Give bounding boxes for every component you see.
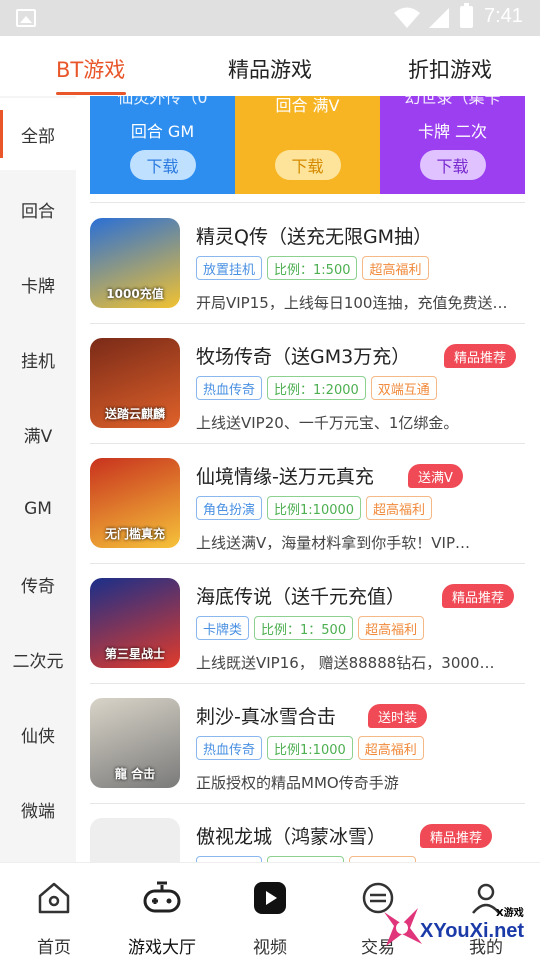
watermark: X游戏 XYouXi.net xyxy=(378,898,538,956)
sidebar-item-legend[interactable]: 传奇 xyxy=(0,548,76,620)
tag-feature: 超高福利 xyxy=(357,736,424,760)
recommend-badge: 精品推荐 xyxy=(420,824,493,848)
tag-feature: 超高福利 xyxy=(358,616,425,640)
status-time: 7:41 xyxy=(484,5,523,27)
watermark-site-text: XYouXi.net xyxy=(420,920,525,942)
game-name: 仙境情缘-送万元真充 xyxy=(196,466,374,488)
nav-label: 首页 xyxy=(37,938,71,958)
tag-feature: 超高福利 xyxy=(362,256,429,280)
category-sidebar: 全部 回合 卡牌 挂机 满V GM 传奇 二次元 仙侠 微端 xyxy=(0,96,76,862)
tag-genre: 放置挂机 xyxy=(196,256,263,280)
top-tabs: BT游戏 精品游戏 折扣游戏 xyxy=(0,36,540,96)
recommend-badge: 精品推荐 xyxy=(444,344,517,368)
tag-ratio: 比例：1:2000 xyxy=(267,376,366,400)
nav-video[interactable]: 视频 xyxy=(216,863,324,960)
thumbnail-caption: 无门槛真充 xyxy=(104,527,165,541)
game-name: 牧场传奇（送GM3万充） xyxy=(196,346,411,368)
tag-list: 热血传奇 比例1:1000 超高福利 xyxy=(196,736,424,760)
download-button[interactable]: 下载 xyxy=(419,150,486,180)
tag-genre: 热血传奇 xyxy=(196,376,263,400)
tab-premium-games[interactable]: 精品游戏 xyxy=(228,54,312,84)
banner-subtitle: 回合 满V xyxy=(275,96,340,115)
recommend-badge: 送时装 xyxy=(368,704,428,728)
banner-card[interactable]: 仙灵外传（0 回合 GM 下载 xyxy=(90,96,235,194)
tag-list: 卡牌类 比例：1：500 超高福利 xyxy=(196,616,425,640)
battery-icon xyxy=(460,3,473,28)
game-thumbnail: 送踏云麒麟 xyxy=(90,338,180,428)
thumbnail-caption: 送踏云麒麟 xyxy=(104,407,165,421)
game-description: 开局VIP15，上线每日100连抽，充值免费送… xyxy=(196,294,508,312)
banner-title: 仙灵外传（0 xyxy=(117,96,208,107)
thumbnail-caption: 第三星战士 xyxy=(104,647,165,661)
sidebar-item-gm[interactable]: GM xyxy=(0,473,76,545)
video-icon xyxy=(254,882,286,914)
banner-title: 幻世录（集卡 xyxy=(404,96,501,107)
tag-ratio: 比例1:1000 xyxy=(267,736,353,760)
banner-subtitle: 卡牌 二次 xyxy=(417,122,488,141)
game-description: 上线送VIP20、一千万元宝、1亿绑金。 xyxy=(196,414,459,432)
tag-genre: 卡牌类 xyxy=(196,616,250,640)
game-list-item[interactable]: 第三星战士 海底传说（送千元充值） 精品推荐 卡牌类 比例：1：500 超高福利… xyxy=(90,564,525,684)
game-name: 海底传说（送千元充值） xyxy=(196,586,406,608)
signal-icon xyxy=(429,8,449,28)
tag-ratio: 比例：1:500 xyxy=(267,256,358,280)
game-thumbnail: 无门槛真充 xyxy=(90,458,180,548)
game-thumbnail: 龍 合击 xyxy=(90,698,180,788)
tag-list: 放置挂机 比例：1:500 超高福利 xyxy=(196,256,429,280)
game-list-item[interactable]: 送踏云麒麟 牧场传奇（送GM3万充） 精品推荐 热血传奇 比例：1:2000 双… xyxy=(90,324,525,444)
banner-subtitle: 回合 GM xyxy=(130,122,195,141)
game-thumbnail: 第三星战士 xyxy=(90,578,180,668)
game-name: 刺沙-真冰雪合击 xyxy=(196,706,336,728)
sidebar-item-idle[interactable]: 挂机 xyxy=(0,323,76,395)
sidebar-item-micro-client[interactable]: 微端 xyxy=(0,773,76,845)
game-name: 精灵Q传（送充无限GM抽） xyxy=(196,226,433,248)
nav-game-hall[interactable]: 游戏大厅 xyxy=(108,863,216,960)
watermark-small-text: X游戏 xyxy=(496,908,524,919)
home-icon xyxy=(38,882,70,914)
game-list-item[interactable]: 无门槛真充 仙境情缘-送万元真充 送满V 角色扮演 比例1:10000 超高福利… xyxy=(90,444,525,564)
recommend-badge: 精品推荐 xyxy=(442,584,515,608)
tag-ratio: 比例：1：500 xyxy=(254,616,354,640)
gamepad-icon xyxy=(143,881,181,913)
tag-genre: 角色扮演 xyxy=(196,496,263,520)
tag-genre: 热血传奇 xyxy=(196,736,263,760)
sidebar-item-turn-based[interactable]: 回合 xyxy=(0,173,76,245)
tag-list: 热血传奇 比例：1:2000 双端互通 xyxy=(196,376,437,400)
banner-card[interactable]: 回合 满V 下载 xyxy=(235,96,380,194)
nav-home[interactable]: 首页 xyxy=(0,863,108,960)
thumbnail-caption: 龍 合击 xyxy=(114,767,156,781)
game-list-item[interactable]: 1000充值 精灵Q传（送充无限GM抽） 放置挂机 比例：1:500 超高福利 … xyxy=(90,204,525,324)
banner-card[interactable]: 幻世录（集卡 卡牌 二次 下载 xyxy=(380,96,525,194)
game-thumbnail: 1000充值 xyxy=(90,218,180,308)
tab-discount-games[interactable]: 折扣游戏 xyxy=(408,54,492,84)
game-description: 上线既送VIP16， 赠送88888钻石，3000… xyxy=(196,654,495,672)
sidebar-item-all[interactable]: 全部 xyxy=(0,98,76,170)
sidebar-item-xianxia[interactable]: 仙侠 xyxy=(0,698,76,770)
recommend-badge: 送满V xyxy=(408,464,463,488)
tag-feature: 双端互通 xyxy=(370,376,437,400)
nav-label: 视频 xyxy=(253,938,287,958)
image-notification-icon xyxy=(16,9,36,27)
download-button[interactable]: 下载 xyxy=(129,150,196,180)
download-button[interactable]: 下载 xyxy=(274,150,341,180)
sidebar-item-card[interactable]: 卡牌 xyxy=(0,248,76,320)
wifi-icon xyxy=(394,7,420,28)
tag-ratio: 比例1:10000 xyxy=(267,496,362,520)
game-list-item[interactable]: 龍 合击 刺沙-真冰雪合击 送时装 热血传奇 比例1:1000 超高福利 正版授… xyxy=(90,684,525,804)
active-tab-indicator xyxy=(56,92,126,95)
tab-bt-games[interactable]: BT游戏 xyxy=(56,54,125,84)
divider xyxy=(90,202,525,203)
game-name: 傲视龙城（鸿蒙冰雪） xyxy=(196,826,387,848)
tag-list: 角色扮演 比例1:10000 超高福利 xyxy=(196,496,433,520)
tag-feature: 超高福利 xyxy=(366,496,433,520)
game-description: 正版授权的精品MMO传奇手游 xyxy=(196,774,399,792)
nav-label: 游戏大厅 xyxy=(128,938,196,958)
sidebar-item-anime[interactable]: 二次元 xyxy=(0,623,76,695)
sidebar-item-full-vip[interactable]: 满V xyxy=(0,398,76,470)
game-description: 上线送满V，海量材料拿到你手软！VIP… xyxy=(196,534,470,552)
thumbnail-caption: 1000充值 xyxy=(106,287,164,301)
status-bar: 7:41 xyxy=(0,0,540,36)
